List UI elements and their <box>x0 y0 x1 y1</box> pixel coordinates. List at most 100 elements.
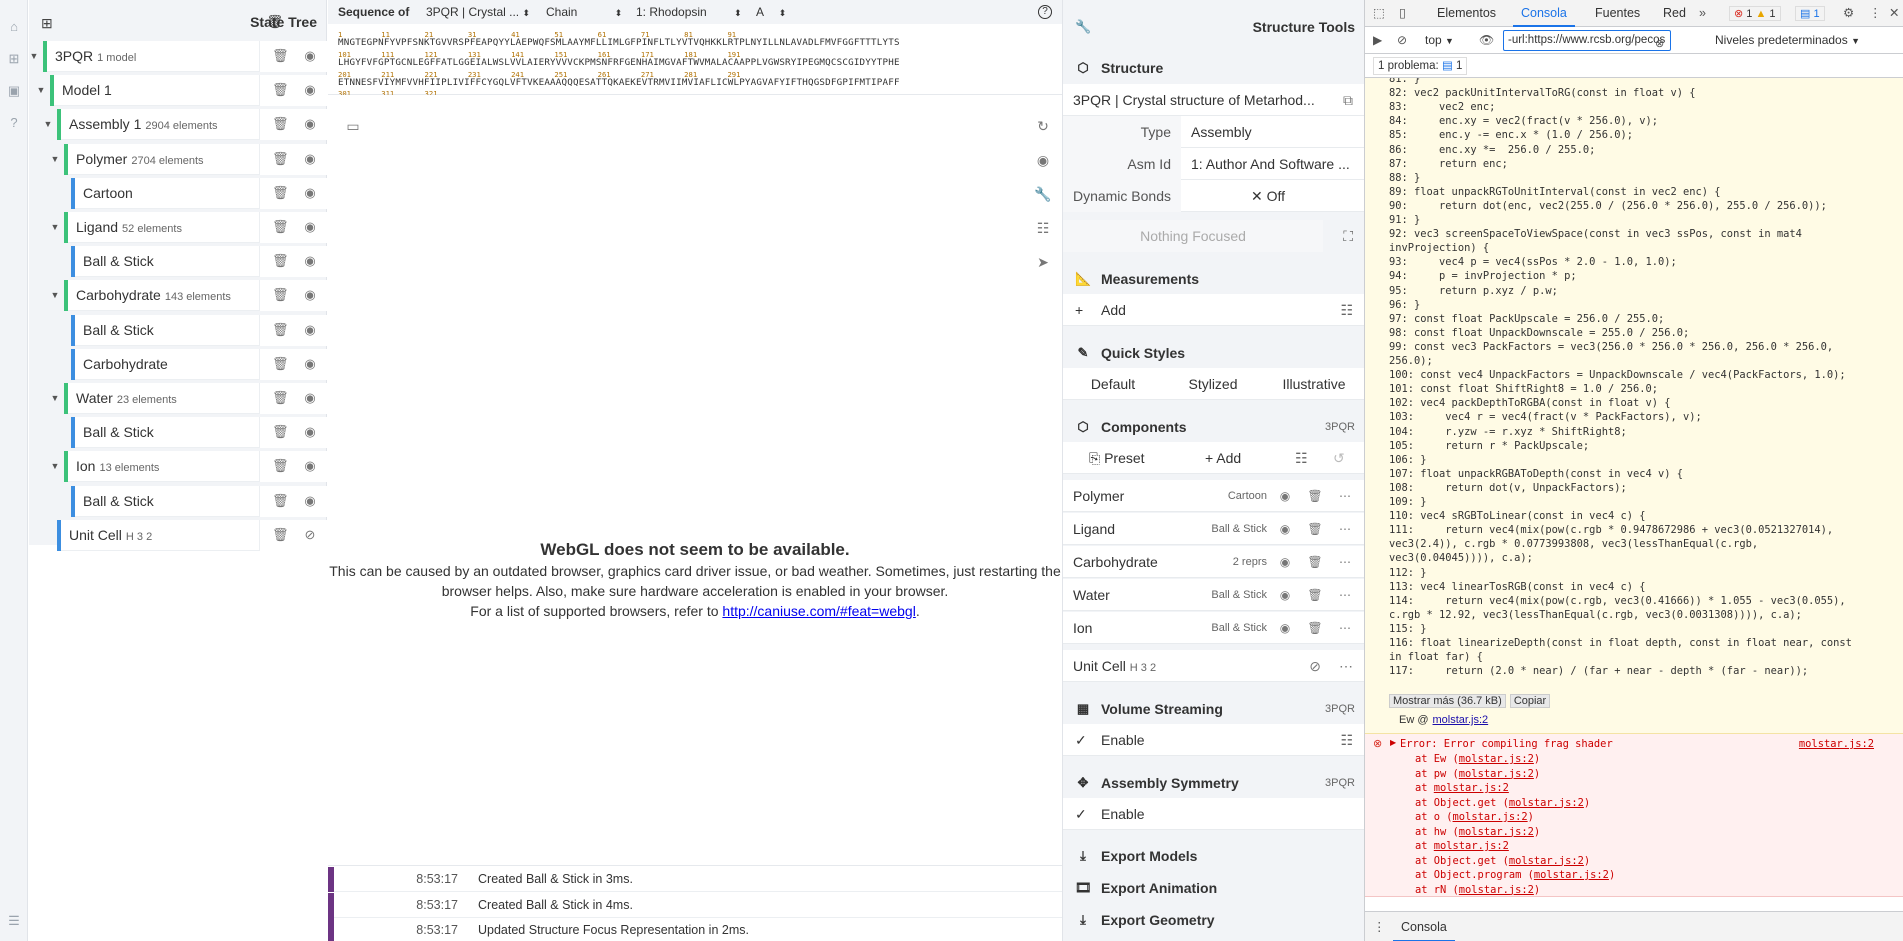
stack-file-link[interactable]: molstar.js:2 <box>1434 782 1509 794</box>
trash-icon[interactable]: 🗑 <box>272 82 289 98</box>
volume-streaming-header[interactable]: ▦ Volume Streaming 3PQR <box>1063 694 1365 724</box>
entity-select[interactable]: 3PQR | Crystal ... ⬍ <box>426 0 530 25</box>
node-label[interactable]: Assembly 1 2904 elements <box>69 109 218 142</box>
trash-icon[interactable]: 🗑 <box>272 527 289 543</box>
source-link[interactable]: molstar.js:2 <box>1433 714 1489 726</box>
stack-file-link[interactable]: molstar.js:2 <box>1509 797 1584 809</box>
console-filter-input[interactable]: -url:https://www.rcsb.org/pecos <box>1503 30 1671 51</box>
eye-icon[interactable]: ◉ <box>302 458 318 474</box>
trash-icon[interactable]: 🗑 <box>272 458 289 474</box>
stack-file-link[interactable]: molstar.js:2 <box>1459 753 1534 765</box>
trash-icon[interactable]: 🗑 <box>1307 579 1323 611</box>
eye-icon[interactable]: ◉ <box>302 424 318 440</box>
symmetry-enable-row[interactable]: ✓ Enable <box>1063 798 1365 830</box>
stack-file-link[interactable]: molstar.js:2 <box>1534 869 1609 881</box>
sliders-icon[interactable]: ☷ <box>1295 442 1308 474</box>
more-icon[interactable]: ⋯ <box>1337 513 1353 545</box>
node-label[interactable]: Carbohydrate <box>83 349 168 380</box>
sequence-line-3[interactable]: ETNNESFVIYMFVVHFIIPLIVIFFCYGQLVFTVKEAAAQ… <box>338 77 900 88</box>
measurements-add[interactable]: Add <box>1101 294 1126 326</box>
node-label[interactable]: Ligand 52 elements <box>76 212 182 245</box>
eye-icon[interactable]: ◉ <box>302 287 318 303</box>
type-value[interactable]: Assembly <box>1191 116 1355 148</box>
sliders-icon[interactable]: ☷ <box>1340 724 1353 756</box>
cursor-icon[interactable]: ➤ <box>1034 253 1052 271</box>
context-select[interactable]: top ▼ <box>1425 27 1454 55</box>
screenshot-icon[interactable]: ▭ <box>344 117 362 135</box>
component-row[interactable]: Polymer Cartoon ◉ 🗑 ⋯ <box>1063 480 1365 512</box>
state-tree-row[interactable]: Ball & Stick 🗑 ◉ <box>71 314 327 346</box>
export-models-header[interactable]: ⤓ Export Models <box>1063 841 1365 871</box>
show-more-button[interactable]: Mostrar más (36.7 kB) <box>1389 694 1506 708</box>
state-tree-row[interactable]: Model 1 🗑 ◉ <box>50 75 327 107</box>
more-icon[interactable]: ⋯ <box>1337 480 1353 512</box>
eye-icon[interactable]: ◉ <box>302 356 318 372</box>
trash-icon[interactable]: 🗑 <box>272 390 289 406</box>
collapse-caret-icon[interactable]: ▼ <box>27 41 41 72</box>
eye-icon[interactable]: ◉ <box>302 82 318 98</box>
stack-file-link[interactable]: molstar.js:2 <box>1459 768 1534 780</box>
eye-icon[interactable]: 👁 <box>1479 27 1494 54</box>
sequence-line-1[interactable]: MNGTEGPNFYVPFSNKTGVVRSPFEAPQYYLAEPWQFSML… <box>338 37 900 48</box>
trash-icon[interactable]: 🗑 <box>272 356 289 372</box>
state-tree-row[interactable]: Carbohydrate 🗑 ◉ <box>71 348 327 380</box>
sequence-line-2[interactable]: LHGYFVFGPTGCNLEGFFATLGGEIALWSLVVLAIERYVV… <box>338 57 900 68</box>
clear-console-icon[interactable]: ⊘ <box>1397 27 1407 54</box>
drawer-tab-consola[interactable]: Consola <box>1393 912 1455 941</box>
node-label[interactable]: Carbohydrate 143 elements <box>76 280 231 313</box>
trash-icon[interactable]: 🗑 <box>1307 480 1323 512</box>
eye-icon[interactable]: ◉ <box>302 185 318 201</box>
help-icon[interactable]: ? <box>5 114 23 132</box>
style-illustrative-button[interactable]: Illustrative <box>1263 368 1365 400</box>
volume-enable[interactable]: Enable <box>1101 724 1145 756</box>
assembly-symmetry-header[interactable]: ✥ Assembly Symmetry 3PQR <box>1063 768 1365 798</box>
export-animation-header[interactable]: 🎞 Export Animation <box>1063 873 1365 903</box>
eye-icon[interactable]: ◉ <box>302 116 318 132</box>
more-icon[interactable]: ⋯ <box>1337 612 1353 644</box>
trash-icon[interactable]: 🗑 <box>272 322 289 338</box>
trash-icon[interactable]: 🗑 <box>272 151 289 167</box>
eye-icon[interactable]: ◉ <box>302 151 318 167</box>
error-title[interactable]: Error: Error compiling frag shader <box>1400 737 1613 751</box>
node-label[interactable]: Ball & Stick <box>83 417 154 448</box>
mode-select[interactable]: Chain ⬍ <box>546 0 622 25</box>
eye-icon[interactable]: ◉ <box>302 390 318 406</box>
stack-file-link[interactable]: molstar.js:2 <box>1453 811 1528 823</box>
collapse-caret-icon[interactable]: ▼ <box>48 383 62 414</box>
state-tree-row[interactable]: Assembly 1 2904 elements 🗑 ◉ <box>57 109 327 142</box>
state-tree-row[interactable]: Ball & Stick 🗑 ◉ <box>71 485 327 517</box>
state-tree-row[interactable]: 3PQR 1 model 🗑 ◉ <box>43 41 327 72</box>
copy-icon[interactable]: ⧉ <box>1343 84 1353 116</box>
trash-icon[interactable]: 🗑 <box>1307 612 1323 644</box>
trash-icon[interactable]: 🗑 <box>1307 546 1323 578</box>
node-label[interactable]: Water 23 elements <box>76 383 177 416</box>
quick-styles-header[interactable]: ✎ Quick Styles <box>1063 338 1365 368</box>
stack-file-link[interactable]: molstar.js:2 <box>1434 840 1509 852</box>
asm-id-value[interactable]: 1: Author And Software ... <box>1191 148 1355 180</box>
sidebar-toggle-icon[interactable]: ▶ <box>1373 27 1382 54</box>
asm-id-row[interactable]: Asm Id 1: Author And Software ... <box>1063 148 1365 180</box>
eye-icon[interactable]: ◉ <box>1277 480 1293 512</box>
trash-icon[interactable]: 🗑 <box>272 185 289 201</box>
structure-section-header[interactable]: ⬡ Structure <box>1063 53 1365 83</box>
trash-icon[interactable]: 🗑 <box>1307 513 1323 545</box>
tab-consola[interactable]: Consola <box>1513 0 1575 27</box>
focus-target-icon[interactable]: ⛶ <box>1343 220 1353 252</box>
volume-enable-row[interactable]: ✓ Enable ☷ <box>1063 724 1365 756</box>
tab-fuentes[interactable]: Fuentes <box>1587 0 1648 27</box>
save-icon[interactable]: ▣ <box>5 82 23 100</box>
eye-icon[interactable]: ◉ <box>1277 513 1293 545</box>
eye-icon[interactable]: ◉ <box>1277 546 1293 578</box>
wrench-icon[interactable]: 🔧 <box>1034 185 1052 203</box>
collapse-caret-icon[interactable]: ▼ <box>48 144 62 175</box>
settings-icon[interactable]: ☰ <box>5 912 23 930</box>
component-row[interactable]: Carbohydrate 2 reprs ◉ 🗑 ⋯ <box>1063 546 1365 578</box>
type-row[interactable]: Type Assembly <box>1063 116 1365 148</box>
history-icon[interactable]: ↺ <box>1333 442 1345 474</box>
copy-button[interactable]: Copiar <box>1509 694 1551 708</box>
home-icon[interactable]: ⌂ <box>5 18 23 36</box>
chain-letter-select[interactable]: A ⬍ <box>756 0 786 25</box>
sliders-icon[interactable]: ☷ <box>1034 219 1052 237</box>
state-tree-row[interactable]: Ball & Stick 🗑 ◉ <box>71 417 327 449</box>
viewport[interactable]: ▭ ↻ ◉ 🔧 ☷ ➤ WebGL does not seem to be av… <box>328 95 1062 865</box>
